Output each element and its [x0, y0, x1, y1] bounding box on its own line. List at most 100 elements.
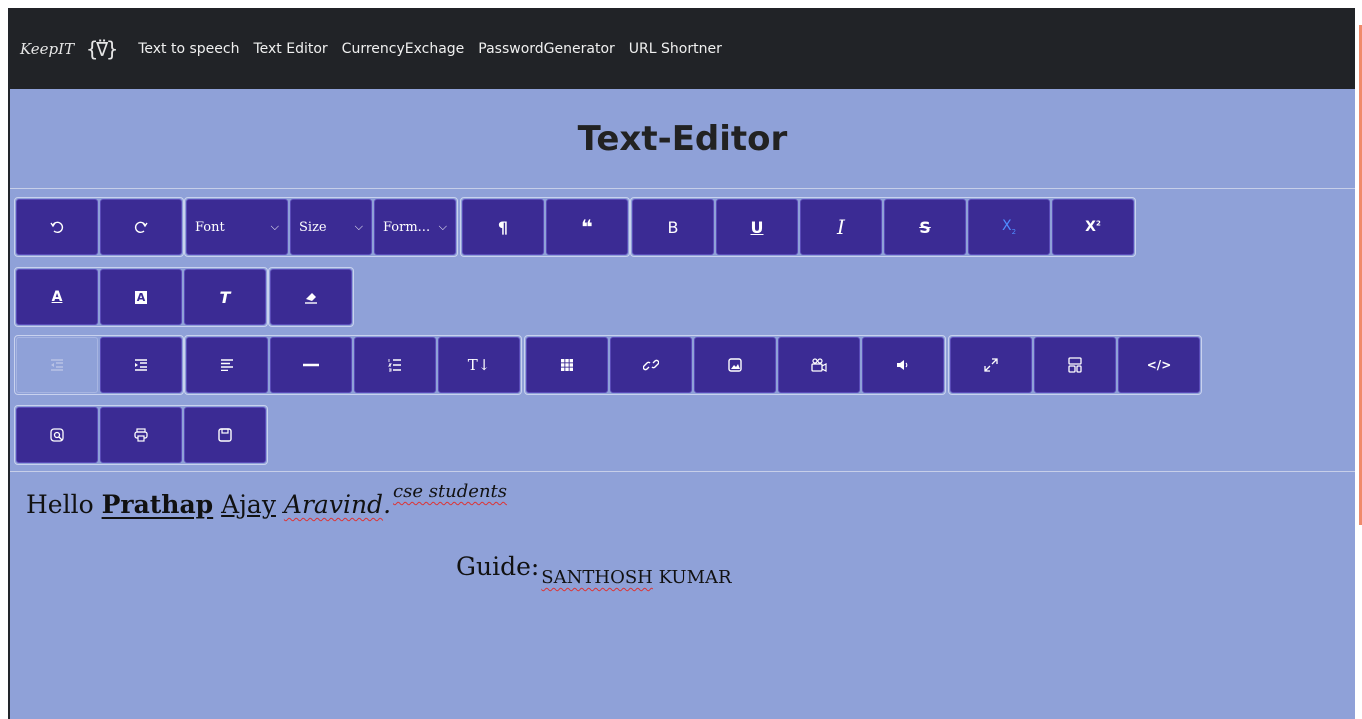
- redo-button[interactable]: [100, 199, 182, 255]
- video-icon: [811, 358, 827, 372]
- save-button[interactable]: [184, 407, 266, 463]
- superscript-button[interactable]: X2: [1052, 199, 1134, 255]
- print-icon: [134, 428, 148, 442]
- pilcrow-icon: ¶: [497, 217, 509, 237]
- text-hello: Hello: [26, 490, 94, 519]
- clear-format-group: [268, 267, 354, 327]
- insert-group: [524, 335, 946, 395]
- undo-icon: [50, 221, 64, 234]
- brand-name[interactable]: KeepIT: [20, 40, 74, 58]
- code-icon: </>: [1146, 358, 1172, 372]
- chevron-down-icon: ⌵: [270, 220, 279, 233]
- format-select-label: Form...: [383, 219, 431, 235]
- nav-link-text-to-speech[interactable]: Text to speech: [138, 41, 239, 57]
- strikethrough-button[interactable]: S: [884, 199, 966, 255]
- text-name-italic: Aravind: [283, 490, 384, 519]
- code-view-button[interactable]: </>: [1118, 337, 1200, 393]
- color-group: A A T: [14, 267, 268, 327]
- paragraph-format-group: T↓: [184, 335, 522, 395]
- insert-audio-button[interactable]: [862, 337, 944, 393]
- indent-button[interactable]: [100, 337, 182, 393]
- highlight-color-button[interactable]: A: [100, 269, 182, 325]
- nav-link-text-editor[interactable]: Text Editor: [253, 41, 327, 57]
- text-guide-label: Guide:: [456, 552, 540, 581]
- quote-icon: ❝: [581, 215, 593, 239]
- remove-format-button[interactable]: [270, 269, 352, 325]
- chevron-down-icon: ⌵: [354, 220, 363, 233]
- inline-style-group: B U I S X2 X2: [630, 197, 1136, 257]
- superscript-icon-letter: X: [1085, 219, 1096, 235]
- subscript-icon: X2: [1001, 218, 1017, 236]
- save-icon: [218, 428, 232, 442]
- show-blocks-icon: [1068, 357, 1082, 373]
- editor-content-area[interactable]: Hello Prathap Ajay Aravind. cse students …: [10, 472, 1355, 712]
- highlight-color-icon: A: [134, 290, 148, 304]
- line-height-icon: T↓: [467, 356, 491, 374]
- font-color-button[interactable]: A: [16, 269, 98, 325]
- numbered-list-icon: [388, 359, 401, 372]
- horizontal-rule-button[interactable]: [270, 337, 352, 393]
- list-button[interactable]: [354, 337, 436, 393]
- insert-link-button[interactable]: [610, 337, 692, 393]
- nav-link-currency-exchange[interactable]: CurrencyExchage: [342, 41, 465, 57]
- font-color-icon: A: [51, 289, 63, 305]
- text-superscript: cse students: [393, 481, 507, 502]
- italic-icon: I: [837, 215, 845, 239]
- nav-link-password-generator[interactable]: PasswordGenerator: [478, 41, 615, 57]
- insert-image-button[interactable]: [694, 337, 776, 393]
- text-style-icon: T: [219, 287, 231, 307]
- app-frame: KeepIT {⍢} Text to speech Text Editor Cu…: [8, 8, 1355, 719]
- link-icon: [643, 359, 659, 371]
- text-superscript-words: cse students: [393, 481, 508, 502]
- title-bar: Text-Editor: [10, 89, 1355, 189]
- bold-button[interactable]: B: [632, 199, 714, 255]
- align-left-icon: [221, 359, 233, 371]
- align-button[interactable]: [186, 337, 268, 393]
- fullscreen-button[interactable]: [950, 337, 1032, 393]
- undo-button[interactable]: [16, 199, 98, 255]
- editor-toolbar: Font ⌵ Size ⌵ Form... ⌵ ¶ ❝ B U I S X2 X…: [10, 189, 1355, 472]
- preview-button[interactable]: [16, 407, 98, 463]
- redo-icon: [134, 221, 148, 234]
- brand[interactable]: KeepIT {⍢}: [20, 36, 118, 61]
- audio-icon: [897, 360, 908, 370]
- outdent-button[interactable]: [16, 337, 98, 393]
- text-name-bold: Prathap: [101, 490, 214, 519]
- image-icon: [728, 358, 742, 372]
- insert-video-button[interactable]: [778, 337, 860, 393]
- editor-line-2: Guide: SANTHOSH KUMAR: [456, 552, 732, 588]
- history-group: [14, 197, 184, 257]
- nav-link-url-shortner[interactable]: URL Shortner: [629, 41, 722, 57]
- nav-links: Text to speech Text Editor CurrencyExcha…: [138, 41, 722, 57]
- horizontal-rule-icon: [303, 363, 319, 367]
- text-style-button[interactable]: T: [184, 269, 266, 325]
- insert-table-button[interactable]: [526, 337, 608, 393]
- text-guide-name: SANTHOSH KUMAR: [541, 567, 731, 588]
- size-select[interactable]: Size ⌵: [290, 199, 372, 255]
- blockquote-button[interactable]: ❝: [546, 199, 628, 255]
- font-select[interactable]: Font ⌵: [186, 199, 288, 255]
- text-period: .: [383, 490, 392, 519]
- subscript-icon-letter: X: [1001, 218, 1012, 235]
- subscript-button[interactable]: X2: [968, 199, 1050, 255]
- show-blocks-button[interactable]: [1034, 337, 1116, 393]
- line-height-button[interactable]: T↓: [438, 337, 520, 393]
- text-name-underlined: Ajay: [221, 490, 276, 519]
- outdent-icon: [51, 359, 63, 371]
- underline-button[interactable]: U: [716, 199, 798, 255]
- print-button[interactable]: [100, 407, 182, 463]
- misc-group: [14, 405, 268, 465]
- brand-logo-icon: {⍢}: [86, 36, 118, 61]
- superscript-icon: X2: [1085, 219, 1101, 235]
- font-select-label: Font: [195, 219, 225, 235]
- expand-icon: [984, 358, 998, 372]
- page-title: Text-Editor: [577, 118, 788, 159]
- eraser-icon: [305, 293, 317, 304]
- strikethrough-icon: S: [919, 217, 931, 237]
- table-icon: [561, 359, 573, 371]
- italic-button[interactable]: I: [800, 199, 882, 255]
- paragraph-button[interactable]: ¶: [462, 199, 544, 255]
- text-guide-first: SANTHOSH: [541, 567, 653, 588]
- format-select[interactable]: Form... ⌵: [374, 199, 456, 255]
- preview-icon: [50, 428, 64, 442]
